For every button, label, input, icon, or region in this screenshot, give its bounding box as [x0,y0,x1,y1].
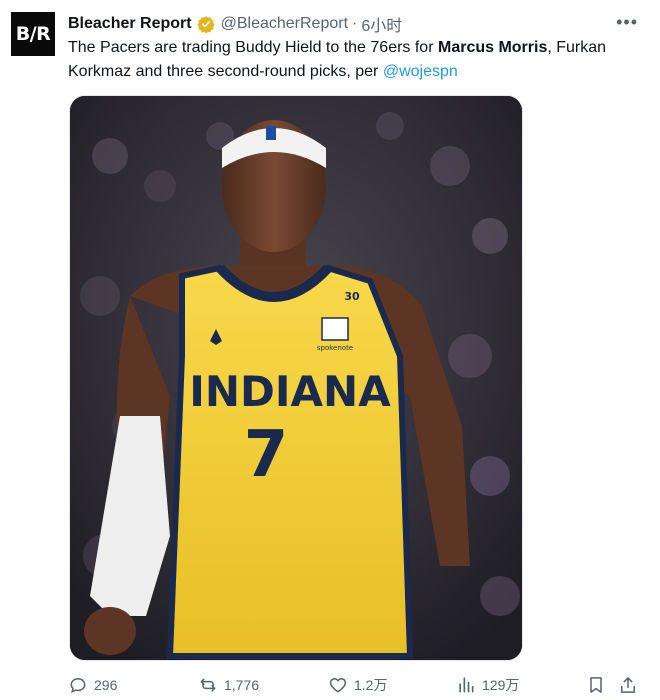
timestamp[interactable]: 6小时 [361,12,402,36]
tweet-actions: 296 1,776 1.2万 129万 [68,672,640,698]
share-icon [621,677,635,693]
user-handle[interactable]: @BleacherReport [221,15,348,33]
tweet-image[interactable]: INDIANA 7 30 spokenote [69,95,523,661]
repost-icon [200,678,216,692]
views-button[interactable]: 129万 [456,672,519,698]
like-icon [329,678,347,693]
reply-count: 296 [94,677,118,693]
views-count: 129万 [482,677,520,693]
jersey-sponsor-text: spokenote [317,344,353,352]
bookmark-button[interactable] [586,672,612,698]
jersey-side-number: 30 [344,290,360,303]
tweet-text-part1: The Pacers are trading Buddy Hield to th… [68,39,438,56]
like-button[interactable]: 1.2万 [328,672,387,698]
share-button[interactable] [618,672,644,698]
jersey-number-text: 7 [244,418,289,492]
player-photo: INDIANA 7 30 spokenote [70,96,522,660]
separator-dot: · [352,15,358,32]
verified-badge-icon [196,16,215,33]
views-icon [459,677,474,693]
repost-count: 1,776 [224,677,260,693]
jersey-team-text: INDIANA [189,367,391,416]
tweet-text-bold: Marcus Morris [437,39,548,56]
avatar[interactable]: B/R [11,12,55,56]
tweet-header: Bleacher Report @BleacherReport · 6小时 [68,13,640,35]
more-icon[interactable]: ••• [616,12,638,33]
repost-button[interactable]: 1,776 [198,672,259,698]
like-count: 1.2万 [354,677,388,693]
mention-link[interactable]: @wojespn [383,63,458,80]
bookmark-icon [590,677,602,693]
display-name[interactable]: Bleacher Report [68,15,192,33]
reply-icon [70,677,86,694]
tweet-text: The Pacers are trading Buddy Hield to th… [68,36,648,84]
reply-button[interactable]: 296 [68,672,117,698]
